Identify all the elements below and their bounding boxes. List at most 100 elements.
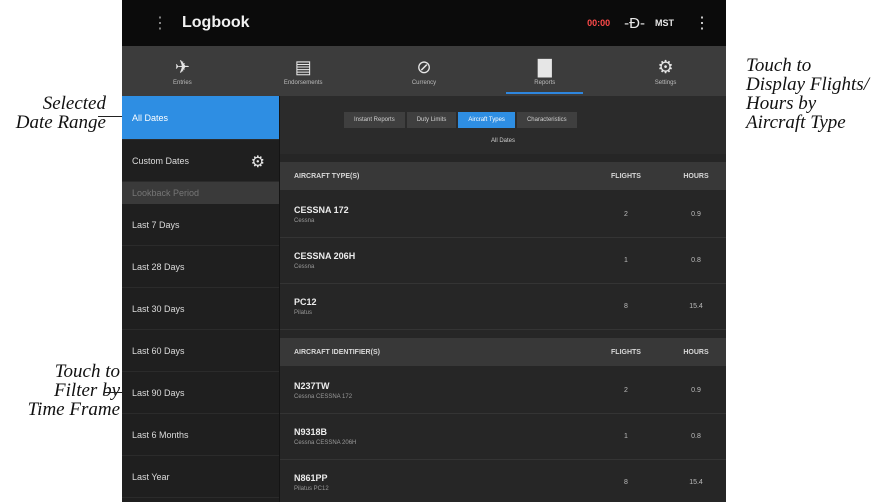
sidebar-item-period[interactable]: Last 30 Days: [122, 288, 279, 330]
menu-icon[interactable]: ⋮: [150, 13, 170, 33]
row-name-cell: N9318B Cessna CESSNA 206H: [280, 427, 586, 446]
tab-entries[interactable]: ✈ Entries: [122, 46, 243, 96]
sidebar-item-period[interactable]: Last 90 Days: [122, 372, 279, 414]
tab-label: Entries: [173, 79, 192, 86]
type-table-header: AIRCRAFT TYPE(S) FLIGHTS HOURS: [280, 162, 726, 190]
sidebar-item-period[interactable]: Last 6 Months: [122, 414, 279, 456]
row-name-cell: CESSNA 172 Cessna: [280, 205, 586, 224]
sidebar-item-label: Last 90 Days: [132, 387, 185, 398]
flights-value: 8: [624, 479, 628, 486]
table-row[interactable]: CESSNA 172 Cessna 2 0.9: [280, 192, 726, 238]
flights-value: 2: [624, 387, 628, 394]
sidebar-item-period[interactable]: Last 60 Days: [122, 330, 279, 372]
table-row[interactable]: N861PP Pilatus PC12 8 15.4: [280, 460, 726, 502]
callout-line: Time Frame: [27, 399, 120, 420]
sidebar-item-label: All Dates: [132, 112, 169, 123]
callout-time-frame: Touch to Filter by Time Frame: [0, 362, 120, 419]
hours-value: 0.8: [691, 433, 701, 440]
callout-line: Filter by: [54, 380, 120, 401]
callout-aircraft-type: Touch to Display Flights/ Hours by Aircr…: [746, 56, 892, 132]
hours-value: 0.8: [691, 257, 701, 264]
tab-reports[interactable]: ▇ Reports: [484, 46, 605, 96]
sidebar-item-label: Last 60 Days: [132, 345, 185, 356]
segment-duty-limits[interactable]: Duty Limits: [406, 112, 457, 128]
tab-settings[interactable]: ⚙ Settings: [605, 46, 726, 96]
sidebar-item-period[interactable]: Last 7 Days: [122, 204, 279, 246]
table-row[interactable]: PC12 Pilatus 8 15.4: [280, 284, 726, 330]
callout-line: Touch to: [54, 361, 120, 382]
report-selector: Instant Reports Duty Limits Aircraft Types…: [280, 96, 726, 154]
hours-value: 0.9: [691, 387, 701, 394]
app-title: Logbook: [182, 14, 250, 31]
nav-bar: ✈ Entries ▤ Endorsements ⊘ Currency ▇ Reports ⚙ S…: [122, 46, 726, 96]
sidebar-item-label: Last 7 Days: [132, 219, 180, 230]
gear-icon[interactable]: ⚙: [251, 152, 265, 172]
callout-line: Date Range: [15, 112, 106, 133]
segment-group: Instant Reports Duty Limits Aircraft Types…: [344, 112, 579, 128]
row-name-cell: CESSNA 206H Cessna: [280, 251, 586, 270]
row-name-cell: N237TW Cessna CESSNA 172: [280, 381, 586, 400]
tab-label: Settings: [654, 79, 677, 86]
sidebar-item-all-dates[interactable]: All Dates: [122, 96, 279, 140]
sidebar-item-period[interactable]: Last Year: [122, 456, 279, 498]
row-secondary-text: Pilatus PC12: [294, 486, 329, 492]
row-name-cell: PC12 Pilatus: [280, 297, 586, 316]
reports-content: Instant Reports Duty Limits Aircraft Types…: [280, 96, 726, 502]
row-primary-text: N861PP: [294, 473, 328, 483]
identifier-table-header: AIRCRAFT IDENTIFIER(S) FLIGHTS HOURS: [280, 338, 726, 366]
segment-instant-reports[interactable]: Instant Reports: [344, 112, 405, 128]
status-indicator: 00:00: [587, 18, 611, 28]
document-icon: ▤: [294, 56, 312, 77]
flights-value: 1: [624, 433, 628, 440]
callout-line: Touch to: [746, 55, 812, 76]
column-header-hours: HOURS: [683, 348, 709, 356]
row-secondary-text: Pilatus: [294, 310, 313, 316]
column-header-flights: FLIGHTS: [611, 172, 641, 180]
row-secondary-text: Cessna CESSNA 206H: [294, 440, 357, 446]
column-header-hours: HOURS: [683, 172, 709, 180]
segment-characteristics[interactable]: Characteristics: [516, 112, 577, 128]
row-name-cell: N861PP Pilatus PC12: [280, 473, 586, 492]
segment-aircraft-types[interactable]: Aircraft Types: [458, 112, 515, 128]
sidebar-item-period[interactable]: Last 28 Days: [122, 246, 279, 288]
sidebar-item-label: Last 28 Days: [132, 261, 185, 272]
table-row[interactable]: N9318B Cessna CESSNA 206H 1 0.8: [280, 414, 726, 460]
sidebar-item-label: Custom Dates: [132, 155, 190, 166]
hours-value: 15.4: [689, 479, 703, 486]
callout-line: Display Flights/: [746, 74, 869, 95]
tab-currency[interactable]: ⊘ Currency: [364, 46, 485, 96]
date-range-sidebar: All Dates Custom Dates ⚙ Lookback Period…: [122, 96, 280, 502]
time-zone-label: MST: [655, 18, 674, 28]
lookback-header: Lookback Period: [122, 182, 279, 204]
row-primary-text: N9318B: [294, 427, 328, 437]
row-primary-text: CESSNA 172: [294, 205, 349, 215]
table-row[interactable]: CESSNA 206H Cessna 1 0.8: [280, 238, 726, 284]
sidebar-item-custom-dates[interactable]: Custom Dates ⚙: [122, 140, 279, 182]
bar-chart-icon: ▇: [537, 56, 552, 77]
logbook-app: ⋮ Logbook 00:00 -Ð- MST ⋮ ✈ Entries ▤ Endor…: [122, 0, 726, 502]
connector-icon[interactable]: -Ð-: [624, 15, 645, 32]
callout-line: Hours by: [746, 93, 817, 114]
column-header-name: AIRCRAFT TYPE(S): [294, 172, 360, 180]
gear-icon: ⚙: [657, 56, 674, 77]
hours-value: 0.9: [691, 211, 701, 218]
airplane-icon: ✈: [174, 56, 190, 77]
compass-icon: ⊘: [416, 56, 432, 77]
row-primary-text: PC12: [294, 297, 317, 307]
callout-selected-date-range: Selected Date Range: [0, 94, 106, 132]
row-primary-text: N237TW: [294, 381, 330, 391]
column-header-flights: FLIGHTS: [611, 348, 641, 356]
tab-endorsements[interactable]: ▤ Endorsements: [243, 46, 364, 96]
flights-value: 8: [624, 303, 628, 310]
row-secondary-text: Cessna: [294, 218, 315, 224]
period-list: Last 7 Days Last 28 Days Last 30 Days Last …: [122, 204, 279, 498]
title-bar: ⋮ Logbook 00:00 -Ð- MST ⋮: [122, 0, 726, 46]
callout-line: Aircraft Type: [746, 112, 846, 133]
flights-value: 1: [624, 257, 628, 264]
table-row[interactable]: N237TW Cessna CESSNA 172 2 0.9: [280, 368, 726, 414]
flights-value: 2: [624, 211, 628, 218]
tab-label: Endorsements: [283, 79, 323, 86]
sidebar-item-label: Last 6 Months: [132, 429, 189, 440]
overflow-menu-icon[interactable]: ⋮: [694, 13, 710, 33]
tab-label: Currency: [411, 79, 437, 86]
